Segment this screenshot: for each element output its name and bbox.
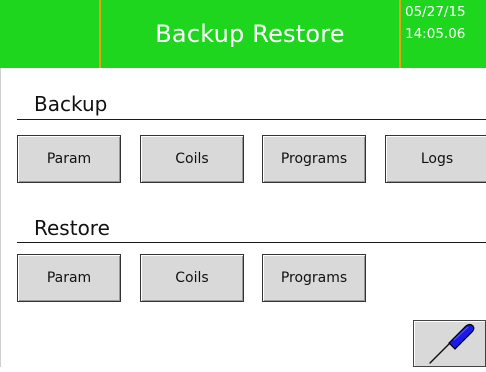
- backup-section-divider: [17, 119, 486, 120]
- left-border: [0, 68, 1, 367]
- page-title: Backup Restore: [155, 20, 345, 48]
- restore-param-button[interactable]: Param: [17, 254, 121, 302]
- tools-button[interactable]: [413, 320, 486, 367]
- restore-coils-button[interactable]: Coils: [140, 254, 244, 302]
- screwdriver-icon: [429, 323, 475, 364]
- header-bar: Backup Restore 05/27/15 14:05.06: [0, 0, 486, 68]
- backup-section-label: Backup: [34, 92, 108, 116]
- restore-section-label: Restore: [34, 216, 110, 240]
- restore-programs-button[interactable]: Programs: [262, 254, 366, 302]
- backup-restore-screen: Backup Restore 05/27/15 14:05.06 Backup …: [0, 0, 486, 367]
- backup-coils-button[interactable]: Coils: [140, 135, 244, 183]
- restore-section-divider: [17, 242, 486, 243]
- backup-programs-button[interactable]: Programs: [262, 135, 366, 183]
- backup-param-button[interactable]: Param: [17, 135, 121, 183]
- clock-time: 14:05.06: [405, 26, 466, 42]
- header-left-area: [0, 0, 99, 68]
- clock-date: 05/27/15: [405, 4, 466, 20]
- header-clock: 05/27/15 14:05.06: [401, 0, 486, 68]
- backup-logs-button[interactable]: Logs: [385, 135, 486, 183]
